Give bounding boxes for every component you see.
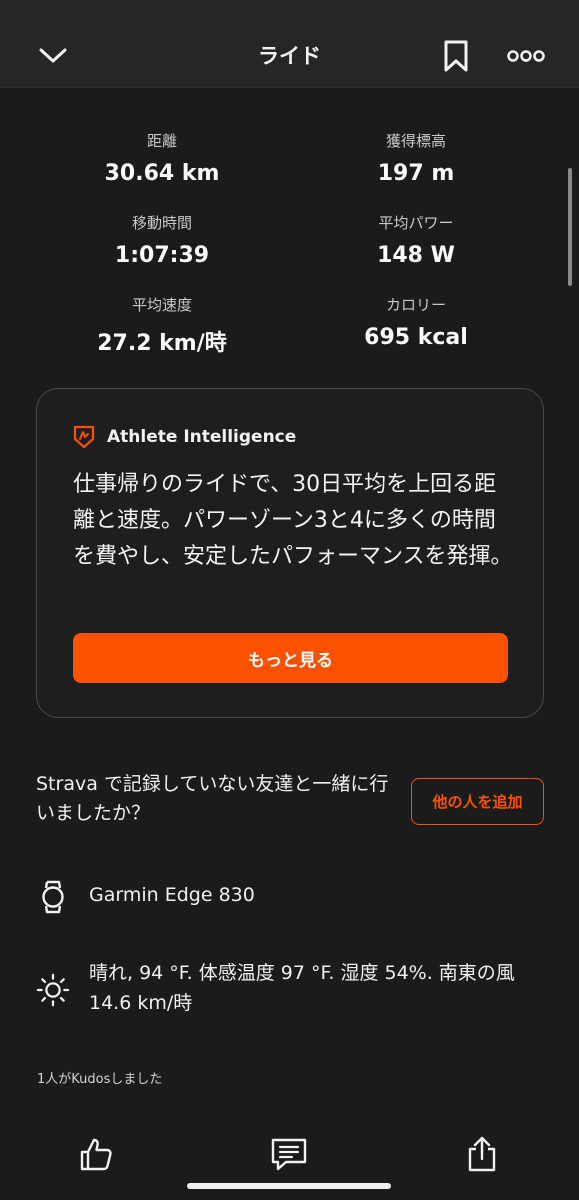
ai-summary-text: 仕事帰りのライドで、30日平均を上回る距離と速度。パワーゾーン3と4に多くの時間… <box>73 472 513 569</box>
bookmark-button[interactable] <box>436 36 476 76</box>
more-options-button[interactable] <box>506 36 546 76</box>
add-friends-prompt: Strava で記録していない友達と一緒に行いましたか？ <box>36 773 389 824</box>
comment-button[interactable] <box>269 1134 309 1174</box>
comment-icon <box>271 1138 307 1171</box>
scrollbar[interactable] <box>568 168 572 286</box>
stat-value: 197 m <box>377 161 455 186</box>
stat-avg-power: 平均パワー 148 W <box>286 212 546 268</box>
athlete-intelligence-card: Athlete Intelligence 仕事帰りのライドで、30日平均を上回る… <box>36 388 544 718</box>
stat-label: 移動時間 <box>131 214 192 232</box>
home-indicator[interactable] <box>187 1183 391 1189</box>
stat-label: 平均速度 <box>131 296 192 314</box>
kudos-count[interactable]: 1人がKudosしました <box>37 1068 162 1087</box>
share-icon <box>468 1136 496 1172</box>
share-button[interactable] <box>462 1134 502 1174</box>
more-horizontal-icon <box>507 50 545 62</box>
stat-label: 獲得標高 <box>385 132 446 150</box>
thumbs-up-icon <box>80 1138 112 1171</box>
stat-value: 695 kcal <box>364 325 468 350</box>
weather-text: 晴れ, 94 °F. 体感温度 97 °F. 湿度 54%. 南東の風 14.6… <box>89 962 515 1014</box>
weather-row: 晴れ, 94 °F. 体感温度 97 °F. 湿度 54%. 南東の風 14.6… <box>36 958 559 1018</box>
athlete-intelligence-icon <box>73 425 95 449</box>
device-row: Garmin Edge 830 <box>36 879 255 915</box>
watch-icon <box>42 880 64 914</box>
stat-moving-time: 移動時間 1:07:39 <box>32 212 292 268</box>
page-title: ライド <box>258 44 321 68</box>
stat-label: 平均パワー <box>378 214 454 232</box>
stat-elevation-gain: 獲得標高 197 m <box>286 130 546 186</box>
stat-value: 30.64 km <box>104 161 220 186</box>
stat-calories: カロリー 695 kcal <box>286 294 546 350</box>
stat-label: 距離 <box>146 132 177 150</box>
sun-icon <box>36 973 70 1007</box>
bookmark-icon <box>444 40 468 72</box>
stat-value: 27.2 km/時 <box>97 331 227 356</box>
stat-value: 148 W <box>377 243 455 268</box>
top-bar: ライド <box>0 0 579 88</box>
add-others-button[interactable]: 他の人を追加 <box>411 778 544 825</box>
ai-card-title: Athlete Intelligence <box>107 427 297 447</box>
ai-card-header: Athlete Intelligence <box>73 425 296 449</box>
stat-avg-speed: 平均速度 27.2 km/時 <box>32 294 292 357</box>
device-name: Garmin Edge 830 <box>89 884 255 906</box>
stat-value: 1:07:39 <box>114 243 210 268</box>
stat-label: カロリー <box>385 296 446 314</box>
stat-distance: 距離 30.64 km <box>32 130 292 186</box>
see-more-button[interactable]: もっと見る <box>73 633 508 683</box>
kudos-button[interactable] <box>76 1134 116 1174</box>
